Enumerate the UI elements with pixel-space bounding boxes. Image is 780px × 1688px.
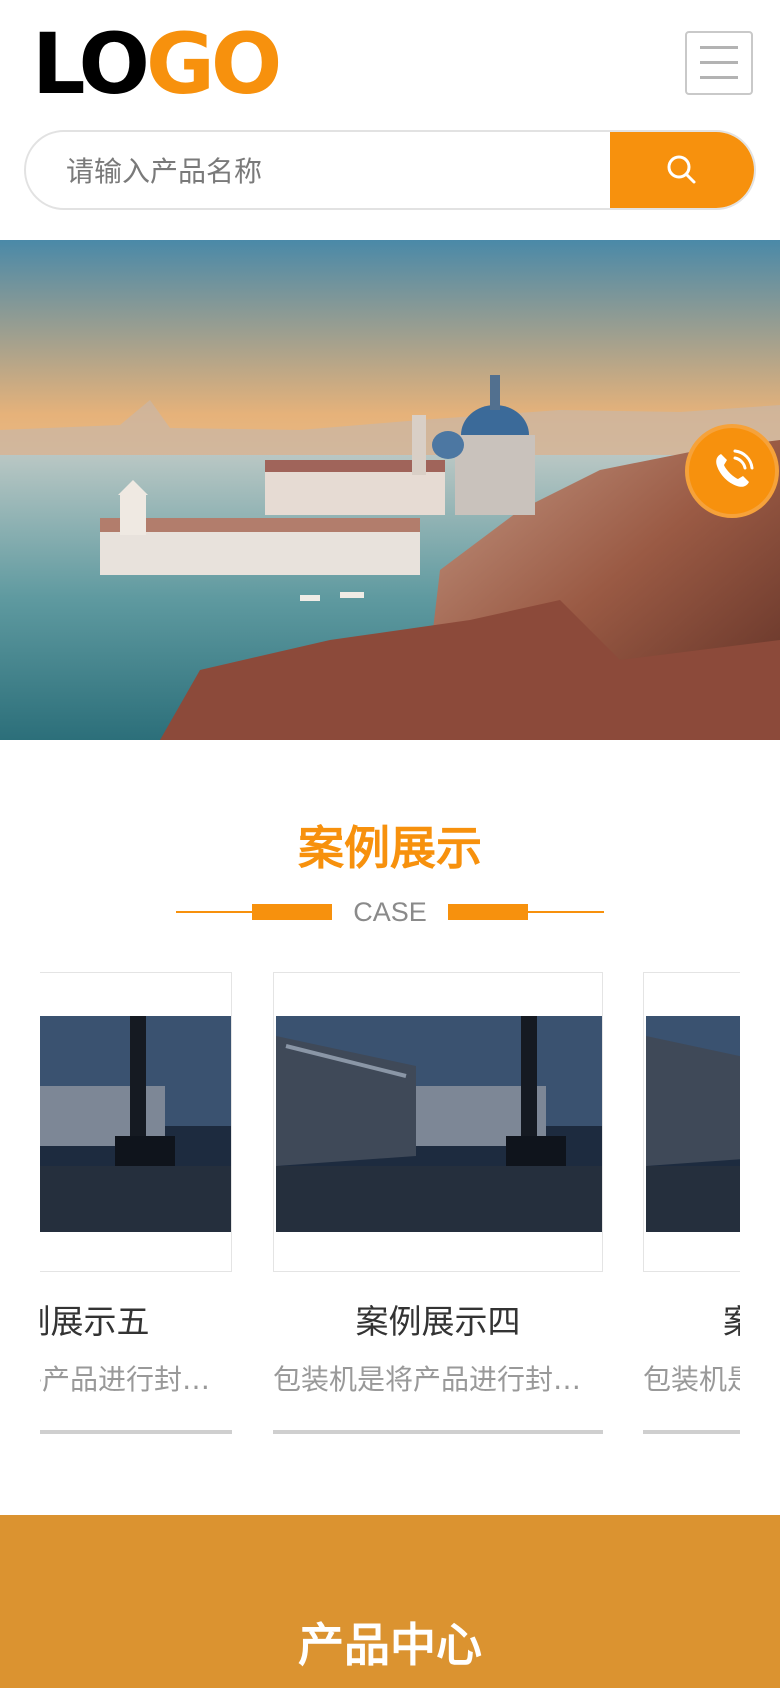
hero-banner-image [0,240,780,740]
decor-bar-left [252,904,332,920]
cases-subtitle-text: CASE [353,897,427,927]
case-card[interactable]: 案例展示五 包装机是将产品进行封… [40,970,232,1440]
case-image [276,1016,602,1232]
page-header: LO GO [0,0,780,240]
case-image-frame [273,972,603,1272]
industrial-dock-photo [276,1016,602,1232]
case-card[interactable]: 案例展示四 包装机是将产品进行封… [273,970,603,1440]
products-section-title: 产品中心 [298,1618,482,1672]
search-bar [24,130,756,210]
case-title: 案例展示三 [723,1302,740,1341]
decor-line-right [524,911,604,913]
venice-cityscape-illustration [0,240,780,740]
case-title: 案例展示五 [40,1302,150,1341]
industrial-dock-photo [40,1016,231,1232]
case-underline [643,1430,740,1434]
logo-text-black: LO [32,15,150,113]
cases-section-subtitle: CASE [0,892,780,932]
decor-line-left [176,911,256,913]
site-logo[interactable]: LO GO [32,15,282,113]
case-image [40,1016,231,1232]
case-underline [273,1430,603,1434]
cases-section-title: 案例展示 [298,821,482,875]
case-underline [40,1430,232,1434]
case-title: 案例展示四 [355,1302,521,1341]
case-description: 包装机是将产品进行封… [40,1363,211,1396]
search-input[interactable] [64,132,588,208]
contact-phone-button[interactable] [685,424,779,518]
hamburger-menu-icon-bar [700,61,738,64]
case-image [646,1016,740,1232]
case-card[interactable]: 案例展示三 包装机是将产品进行封… [643,970,740,1440]
search-button[interactable] [610,132,754,208]
logo-text-orange: GO [145,15,282,113]
cases-carousel[interactable]: 案例展示五 包装机是将产品进行封… 案例展示四 包装机是将产品进行封… [40,970,740,1440]
case-image-frame [40,972,232,1272]
case-description: 包装机是将产品进行封… [643,1363,740,1396]
search-icon [667,155,696,184]
hamburger-menu-icon [700,46,738,49]
hamburger-menu-icon-bar [700,76,738,79]
decor-bar-right [448,904,528,920]
menu-button[interactable] [685,31,753,95]
case-image-frame [643,972,740,1272]
phone-icon [716,449,754,487]
case-description: 包装机是将产品进行封… [273,1363,582,1396]
industrial-dock-photo [646,1016,740,1232]
